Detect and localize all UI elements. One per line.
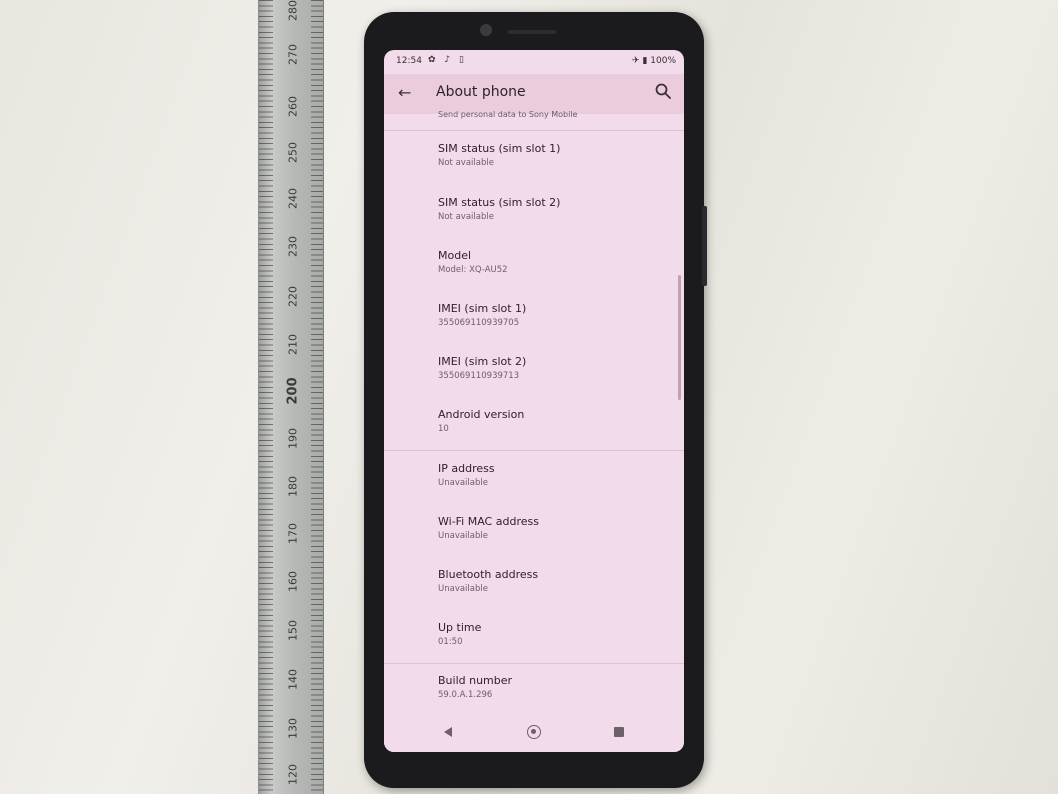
ruler-label: 150	[286, 620, 300, 641]
nav-home-icon[interactable]	[527, 725, 541, 739]
item-subtitle: 355069110939705	[438, 318, 520, 328]
nav-recents-icon[interactable]	[614, 727, 624, 737]
item-title: IMEI (sim slot 2)	[438, 355, 527, 368]
measuring-ruler: 280 270 260 250 240 230 220 210 200 190 …	[258, 0, 324, 794]
divider	[384, 663, 684, 664]
ruler-label: 180	[286, 476, 300, 497]
item-subtitle: Unavailable	[438, 584, 488, 594]
scrollbar[interactable]	[678, 275, 681, 400]
ruler-label: 260	[286, 96, 300, 117]
item-subtitle: Model: XQ-AU52	[438, 265, 508, 275]
divider	[384, 450, 684, 451]
back-arrow-icon[interactable]: ←	[398, 83, 411, 102]
list-item-build-number[interactable]: Build number 59.0.A.1.296	[438, 674, 668, 700]
list-item-bluetooth-address[interactable]: Bluetooth address Unavailable	[438, 568, 668, 594]
item-subtitle: 01:50	[438, 637, 463, 647]
item-subtitle: Unavailable	[438, 531, 488, 541]
ruler-label: 140	[286, 669, 300, 690]
list-item-imei-1[interactable]: IMEI (sim slot 1) 355069110939705	[438, 302, 668, 328]
ruler-label: 210	[286, 334, 300, 355]
list-item-model[interactable]: Model Model: XQ-AU52	[438, 249, 668, 275]
item-subtitle: 355069110939713	[438, 371, 520, 381]
item-subtitle: Unavailable	[438, 478, 488, 488]
status-time: 12:54	[396, 56, 422, 66]
list-item-sim-status-1[interactable]: SIM status (sim slot 1) Not available	[438, 142, 668, 168]
list-item-sim-status-2[interactable]: SIM status (sim slot 2) Not available	[438, 196, 668, 222]
item-title: Android version	[438, 408, 525, 421]
ruler-label: 160	[286, 571, 300, 592]
ruler-label: 190	[286, 428, 300, 449]
ruler-label: 280	[286, 0, 300, 21]
item-title: SIM status (sim slot 1)	[438, 142, 561, 155]
list-item-imei-2[interactable]: IMEI (sim slot 2) 355069110939713	[438, 355, 668, 381]
ruler-label: 270	[286, 44, 300, 65]
list-item-up-time[interactable]: Up time 01:50	[438, 621, 668, 647]
item-subtitle: 10	[438, 424, 449, 434]
nav-back-icon[interactable]	[444, 727, 452, 737]
status-right-icons: ✈ ▮ 100%	[632, 56, 676, 66]
front-camera	[480, 24, 492, 36]
earpiece-speaker	[508, 30, 556, 34]
ruler-label: 170	[286, 523, 300, 544]
ruler-label: 200	[285, 377, 301, 405]
item-subtitle: Not available	[438, 212, 494, 222]
ruler-label: 230	[286, 236, 300, 257]
page-title: About phone	[436, 84, 526, 100]
navigation-bar	[384, 714, 684, 752]
item-title: Model	[438, 249, 472, 262]
ruler-label: 120	[286, 764, 300, 785]
list-item-ip-address[interactable]: IP address Unavailable	[438, 462, 668, 488]
item-title: IMEI (sim slot 1)	[438, 302, 527, 315]
status-bar: 12:54 ✿ ♪ ▯ ✈ ▮ 100%	[384, 50, 684, 74]
item-subtitle: 59.0.A.1.296	[438, 690, 493, 700]
phone-screen: 12:54 ✿ ♪ ▯ ✈ ▮ 100% ← About phone Send …	[384, 50, 684, 752]
item-title: Wi-Fi MAC address	[438, 515, 539, 528]
ruler-label: 220	[286, 286, 300, 307]
search-icon[interactable]	[654, 82, 672, 100]
app-bar: ← About phone	[384, 74, 684, 114]
side-button[interactable]	[702, 206, 707, 286]
ruler-label: 130	[286, 718, 300, 739]
item-subtitle: Not available	[438, 158, 494, 168]
list-item-android-version[interactable]: Android version 10	[438, 408, 668, 434]
ruler-label: 250	[286, 142, 300, 163]
partial-list-item[interactable]: Send personal data to Sony Mobile	[438, 110, 577, 119]
divider	[384, 130, 684, 131]
item-title: IP address	[438, 462, 495, 475]
item-title: Bluetooth address	[438, 568, 539, 581]
item-title: SIM status (sim slot 2)	[438, 196, 561, 209]
status-notification-icons: ✿ ♪ ▯	[428, 55, 467, 65]
ruler-label: 240	[286, 188, 300, 209]
item-title: Build number	[438, 674, 513, 687]
list-item-wifi-mac[interactable]: Wi-Fi MAC address Unavailable	[438, 515, 668, 541]
item-title: Up time	[438, 621, 482, 634]
